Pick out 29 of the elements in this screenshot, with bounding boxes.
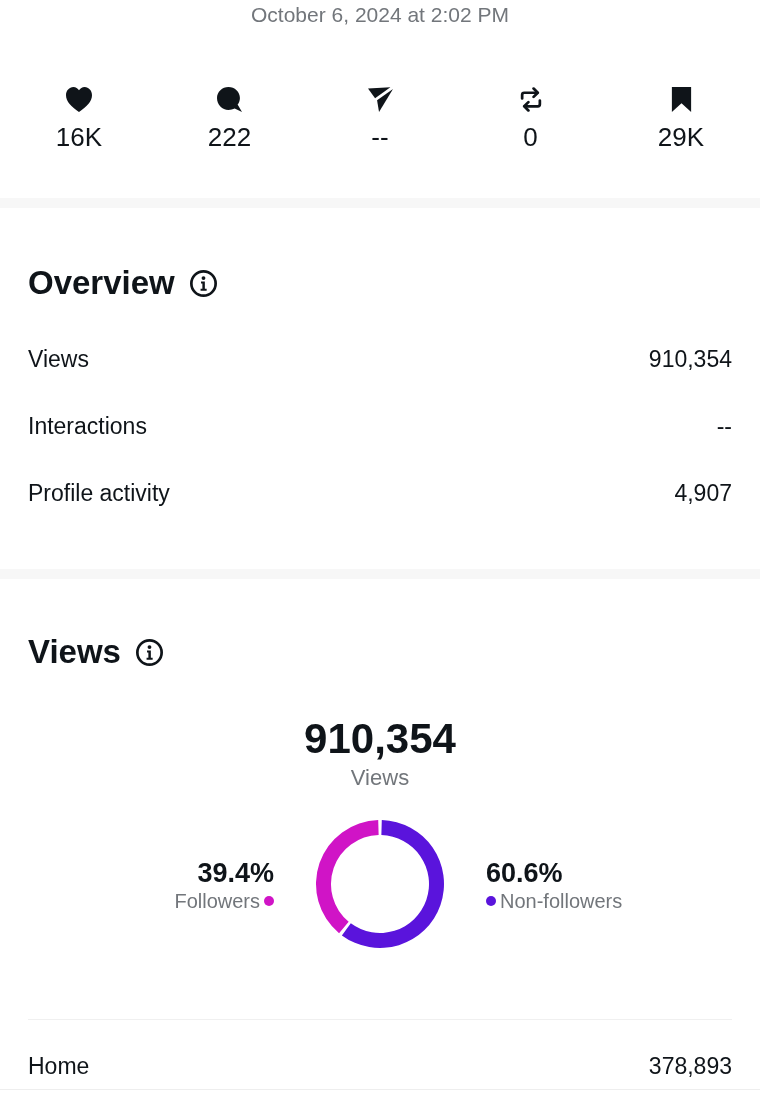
section-title: Views	[28, 632, 121, 672]
post-timestamp: October 6, 2024 at 2:02 PM	[251, 2, 509, 27]
stat-count: 0	[523, 122, 538, 152]
stat-count: --	[371, 122, 389, 152]
metric-value: --	[716, 413, 732, 440]
percent-label: 39.4%	[197, 858, 274, 888]
section-title: Overview	[28, 263, 175, 303]
stat-count: 16K	[55, 122, 103, 152]
metric-value: 910,354	[648, 346, 732, 373]
metric-label: Views	[28, 346, 89, 373]
metric-label: Interactions	[28, 413, 147, 440]
info-icon[interactable]	[135, 638, 163, 666]
info-icon[interactable]	[189, 269, 217, 297]
stat-count: 222	[207, 122, 252, 152]
total-label: Views	[350, 765, 410, 791]
source-label: Home	[28, 1053, 90, 1079]
heart-icon	[66, 87, 92, 112]
legend-label: Followers	[174, 889, 260, 914]
repost-arrows-icon	[519, 87, 542, 112]
paper-plane-icon	[367, 87, 393, 112]
stat-count: 29K	[657, 122, 705, 152]
legend-label: Non-followers	[500, 889, 623, 914]
metric-label: Profile activity	[28, 480, 170, 507]
metric-value: 4,907	[674, 480, 732, 507]
bookmark-icon	[670, 87, 692, 112]
percent-label: 60.6%	[486, 858, 563, 888]
speech-bubble-icon	[217, 87, 242, 112]
total-views: 910,354	[304, 716, 456, 762]
source-value: 378,893	[648, 1053, 732, 1079]
